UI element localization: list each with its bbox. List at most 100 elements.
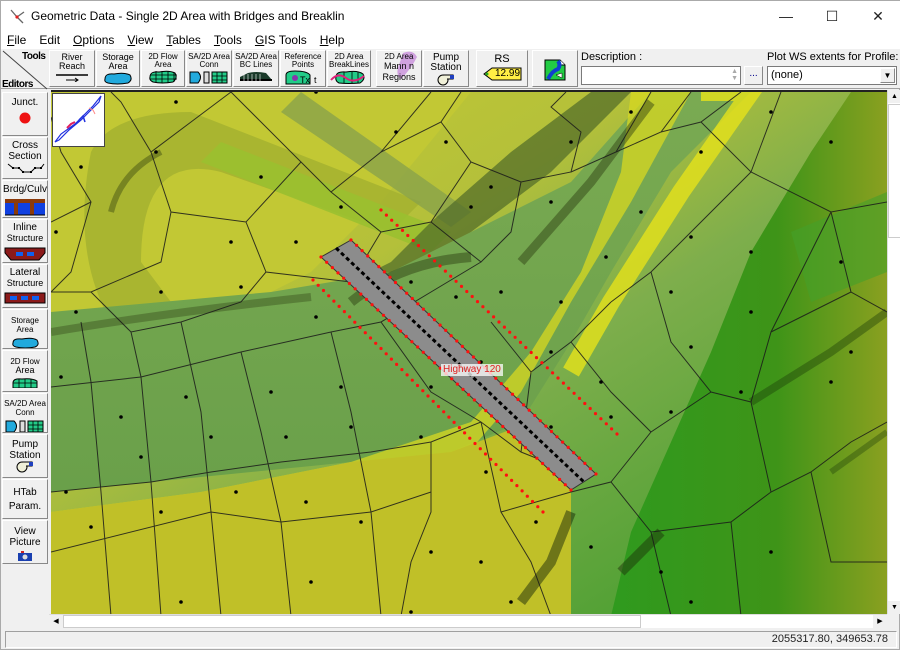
background-map-button[interactable] (532, 50, 578, 87)
highway-120-label[interactable]: Highway 120 (441, 364, 503, 376)
cell-center-point (629, 110, 633, 114)
rs-button[interactable]: RS 12.99 (476, 50, 528, 87)
cell-center-point (749, 250, 753, 254)
scroll-down-arrow-icon[interactable]: ▼ (888, 601, 900, 614)
editor-junction-button[interactable]: Junct. (2, 92, 48, 136)
bridge-outline-point (520, 489, 524, 493)
bridge-outline-point (535, 456, 539, 460)
bridge-outline-point (510, 478, 514, 482)
editor-bridge-culvert-button[interactable]: Brdg/Culv (2, 180, 48, 218)
bridge-outline-point (544, 424, 548, 428)
scroll-up-arrow-icon[interactable]: ▲ (888, 90, 900, 103)
bridge-outline-point (449, 274, 453, 278)
cell-center-point (419, 435, 423, 439)
river-reach-button[interactable]: River Reach (49, 50, 95, 87)
minimize-button[interactable]: — (763, 1, 809, 31)
horizontal-scrollbar[interactable]: ◀ ▶ (49, 614, 887, 628)
bridge-outline-point (443, 269, 447, 273)
bridge-outline-point (421, 350, 425, 354)
bridge-outline-point (494, 376, 498, 380)
bridge-outline-point (416, 244, 421, 248)
reference-points-button[interactable]: Reference Points Tx t (280, 50, 326, 87)
bridge-outline-point (410, 296, 414, 301)
menu-edit[interactable]: Edit (38, 33, 61, 47)
bridge-outline-point (486, 310, 490, 314)
editor-inline-structure-button[interactable]: Inline Structure (2, 219, 48, 263)
editor-pump-station-button[interactable]: Pump Station (2, 434, 48, 478)
bridge-outline-point (337, 304, 341, 308)
sa-2d-area-bc-lines-button[interactable]: SA/2D Area BC Lines (233, 50, 279, 87)
editor-label: Junct. (11, 97, 39, 108)
bridge-outline-point (421, 307, 425, 311)
cell-center-point (839, 260, 843, 264)
bridge-outline-point (455, 339, 459, 343)
menu-gis-tools[interactable]: GIS Tools (254, 33, 308, 47)
bridge-outline-point (400, 228, 405, 232)
close-button[interactable]: ✕ (855, 1, 900, 31)
menu-tools[interactable]: Tools (213, 33, 243, 47)
cell-center-point (739, 390, 743, 394)
cell-center-point (609, 415, 613, 419)
scroll-right-arrow-icon[interactable]: ▶ (873, 615, 887, 628)
2d-area-manning-regions-button[interactable]: 2D Area Mann n Regions (376, 50, 422, 87)
bridge-outline-point (541, 461, 545, 466)
bridge-outline-point (433, 259, 437, 263)
editor-cross-section-button[interactable]: Cross Section (2, 137, 48, 179)
bridge-outline-point (513, 335, 517, 339)
description-input[interactable]: ▲ ▼ (581, 66, 741, 85)
sa-2d-area-conn-button[interactable]: SA/2D Area Conn (186, 50, 232, 87)
menu-options[interactable]: Options (72, 33, 115, 47)
bridge-outline-point (541, 510, 545, 514)
pump-station-button[interactable]: Pump Station (423, 50, 469, 87)
2d-area-breaklines-button[interactable]: 2D Area BreakLines (327, 50, 371, 87)
storage-area-icon (104, 72, 132, 85)
bridge-outline-point (510, 392, 515, 396)
horizontal-scroll-thumb[interactable] (63, 615, 641, 628)
editor-view-picture-button[interactable]: View Picture (2, 520, 48, 564)
cell-center-point (769, 550, 773, 554)
pump-station-icon (437, 74, 454, 86)
bridge-outline-point (387, 318, 391, 323)
bridge-outline-point (355, 243, 359, 247)
cell-center-point (349, 425, 353, 429)
cell-center-point (509, 600, 513, 604)
menu-tables[interactable]: Tables (165, 33, 202, 47)
bridge-outline-point (484, 409, 488, 413)
bridge-outline-point (325, 260, 329, 264)
editor-label: Structure (6, 278, 44, 288)
description-spinner[interactable]: ▲ ▼ (731, 68, 738, 82)
bridge-outline-point (410, 340, 414, 344)
overview-map[interactable] (52, 93, 105, 147)
bridge-outline-point (416, 302, 420, 306)
menu-file[interactable]: File (6, 33, 27, 47)
tools-editors-corner: Tools Editors (1, 49, 49, 91)
bridge-outline-point (384, 352, 388, 356)
editor-storage-area-button[interactable]: Storage Area (2, 309, 48, 349)
scroll-left-arrow-icon[interactable]: ◀ (49, 615, 63, 628)
maximize-button[interactable]: ☐ (809, 1, 855, 31)
menu-view[interactable]: View (126, 33, 154, 47)
editor-label: Area (15, 365, 35, 375)
editor-sa-2d-area-conn-button[interactable]: SA/2D Area Conn (2, 393, 48, 433)
vertical-scroll-thumb[interactable] (888, 104, 900, 238)
vertical-scrollbar[interactable]: ▲ ▼ (887, 90, 900, 614)
storage-area-button[interactable]: Storage Area (96, 50, 140, 87)
bridge-outline-point (368, 336, 373, 340)
description-more-button[interactable]: ... (744, 66, 763, 85)
cell-center-point (429, 550, 433, 554)
bridge-outline-point (427, 254, 431, 258)
editor-2d-flow-area-button[interactable]: 2D Flow Area (2, 350, 48, 392)
plot-ws-profile-select[interactable]: (none) ▼ (767, 66, 897, 85)
editor-htab-param-button[interactable]: HTab Param. (2, 479, 48, 519)
bc-lines-icon (240, 72, 272, 81)
menu-help[interactable]: Help (319, 33, 346, 47)
bridge-outline-point (449, 334, 453, 338)
geometry-map-canvas[interactable]: Highway 120 (51, 90, 887, 614)
bridge-outline-point (610, 427, 614, 431)
river-reach-icon (56, 74, 88, 82)
chevron-down-icon[interactable]: ▼ (880, 68, 895, 83)
cell-center-point (209, 435, 213, 439)
editor-lateral-structure-button[interactable]: Lateral Structure (2, 264, 48, 308)
bridge-outline-point (604, 422, 608, 426)
2d-flow-area-button[interactable]: 2D Flow Area (141, 50, 185, 87)
